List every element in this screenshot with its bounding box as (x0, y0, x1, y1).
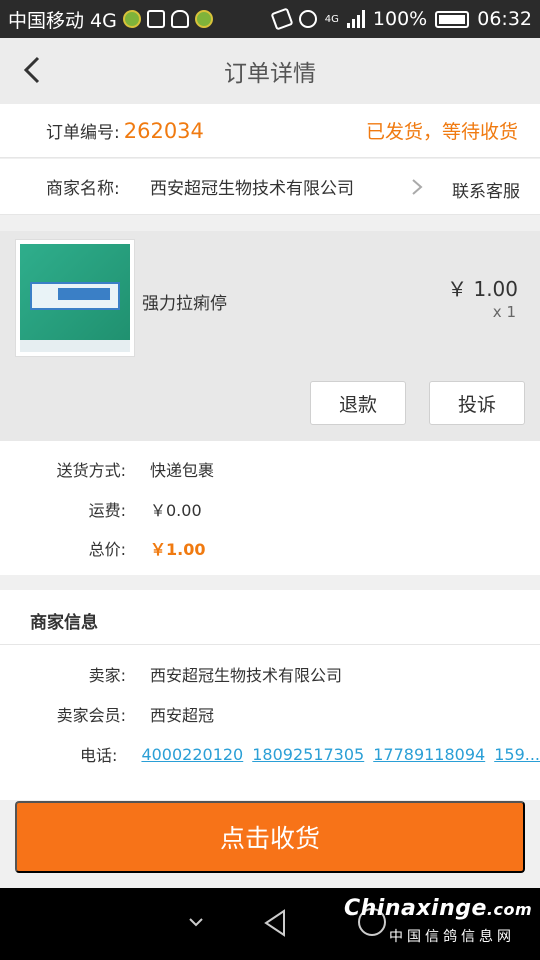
clock: 06:32 (477, 8, 532, 30)
seller-member-row: 卖家会员: 西安超冠 (0, 699, 540, 729)
alarm-icon (298, 10, 317, 28)
seller-row: 卖家: 西安超冠生物技术有限公司 (0, 659, 540, 689)
vibrate-icon (270, 7, 294, 31)
shipping-fee-row: 运费: ￥0.00 (0, 494, 540, 524)
order-number-row: 订单编号: 262034 已发货，等待收货 (0, 104, 540, 158)
app-notification-icon (122, 10, 141, 28)
shipping-fee-label: 运费: (88, 501, 126, 520)
app-notification-icon-2 (194, 10, 213, 28)
seller-member-label: 卖家会员: (56, 706, 126, 725)
status-bar: 中国移动 4G 4G 100% 06:32 (0, 0, 540, 38)
phone-link[interactable]: 17789118094 (373, 745, 485, 764)
product-box-picture (20, 244, 130, 352)
shipping-fee-value: ￥0.00 (150, 501, 202, 520)
order-status: 已发货，等待收货 (365, 121, 518, 143)
merchant-name: 西安超冠生物技术有限公司 (150, 179, 354, 199)
carrier-label: 中国移动 4G (8, 9, 117, 32)
phone-link[interactable]: 4000220120 (141, 745, 243, 764)
product-image[interactable] (15, 239, 135, 357)
merchant-row[interactable]: 商家名称: 西安超冠生物技术有限公司 联系客服 (0, 159, 540, 215)
nav-back-icon[interactable] (262, 908, 288, 938)
chevron-right-icon (412, 179, 423, 195)
divider (0, 644, 540, 645)
total-price-row: 总价: ￥1.00 (0, 533, 540, 563)
merchant-label: 商家名称: (46, 179, 120, 199)
phone-list: 4000220120 18092517305 17789118094 159..… (141, 745, 540, 764)
seller-label: 卖家: (88, 666, 126, 685)
shipping-method-value: 快递包裹 (150, 461, 215, 480)
gallery-icon (146, 10, 165, 28)
shipping-method-row: 送货方式: 快递包裹 (0, 454, 540, 484)
app-header: 订单详情 (0, 38, 540, 104)
contact-service-link[interactable]: 联系客服 (452, 177, 520, 202)
seller-info-title: 商家信息 (30, 613, 98, 633)
page-title: 订单详情 (224, 61, 316, 87)
refund-button[interactable]: 退款 (310, 381, 406, 425)
network-type: 4G (324, 13, 339, 25)
seller-name: 西安超冠生物技术有限公司 (150, 666, 343, 685)
product-quantity: x 1 (492, 303, 516, 321)
complain-button[interactable]: 投诉 (429, 381, 525, 425)
signal-icon (346, 10, 365, 28)
product-card: 强力拉痢停 ￥ 1.00 x 1 退款 投诉 (0, 231, 540, 441)
product-name[interactable]: 强力拉痢停 (142, 289, 227, 314)
total-price-value: ￥1.00 (150, 540, 206, 559)
battery-percent: 100% (372, 8, 428, 30)
product-price: ￥ 1.00 (447, 277, 518, 301)
seller-member-name: 西安超冠 (150, 706, 215, 725)
shipping-info: 送货方式: 快递包裹 运费: ￥0.00 总价: ￥1.00 (0, 441, 540, 575)
shipping-method-label: 送货方式: (56, 461, 126, 480)
total-price-label: 总价: (88, 540, 126, 559)
order-number-label: 订单编号: (46, 123, 120, 143)
phone-row: 电话: 4000220120 18092517305 17789118094 1… (0, 739, 540, 769)
battery-icon (435, 10, 470, 28)
phone-link[interactable]: 159... (494, 745, 540, 764)
watermark-subtitle: 中国信鸽信息网 (389, 929, 515, 945)
phone-link[interactable]: 18092517305 (252, 745, 364, 764)
back-arrow-icon[interactable] (18, 55, 48, 85)
confirm-receipt-button[interactable]: 点击收货 (15, 801, 525, 873)
hide-nav-icon[interactable] (186, 912, 206, 932)
clean-icon (170, 10, 189, 28)
phone-label: 电话: (80, 746, 118, 765)
order-number-value: 262034 (123, 118, 204, 143)
seller-info-section: 商家信息 卖家: 西安超冠生物技术有限公司 卖家会员: 西安超冠 电话: 400… (0, 590, 540, 800)
watermark-logo: Chinaxinge.com (344, 896, 533, 921)
